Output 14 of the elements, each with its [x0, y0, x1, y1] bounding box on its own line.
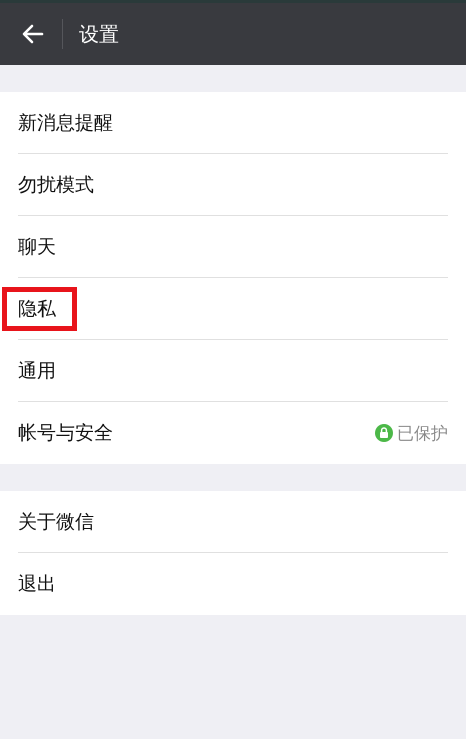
item-label: 通用 — [17, 359, 57, 384]
item-label: 勿扰模式 — [17, 173, 95, 198]
settings-item[interactable]: 退出 — [0, 553, 466, 615]
item-label: 新消息提醒 — [17, 111, 114, 136]
back-arrow-icon — [21, 22, 45, 46]
screen-title: 设置 — [79, 20, 119, 48]
status-text: 已保护 — [397, 422, 448, 444]
item-label: 关于微信 — [17, 510, 95, 535]
item-label: 帐号与安全 — [17, 421, 114, 446]
settings-item[interactable]: 帐号与安全 已保护 — [0, 402, 466, 464]
item-label: 聊天 — [17, 235, 57, 260]
item-label: 隐私 — [2, 287, 77, 331]
lock-icon — [375, 424, 393, 442]
item-label: 退出 — [17, 572, 57, 597]
